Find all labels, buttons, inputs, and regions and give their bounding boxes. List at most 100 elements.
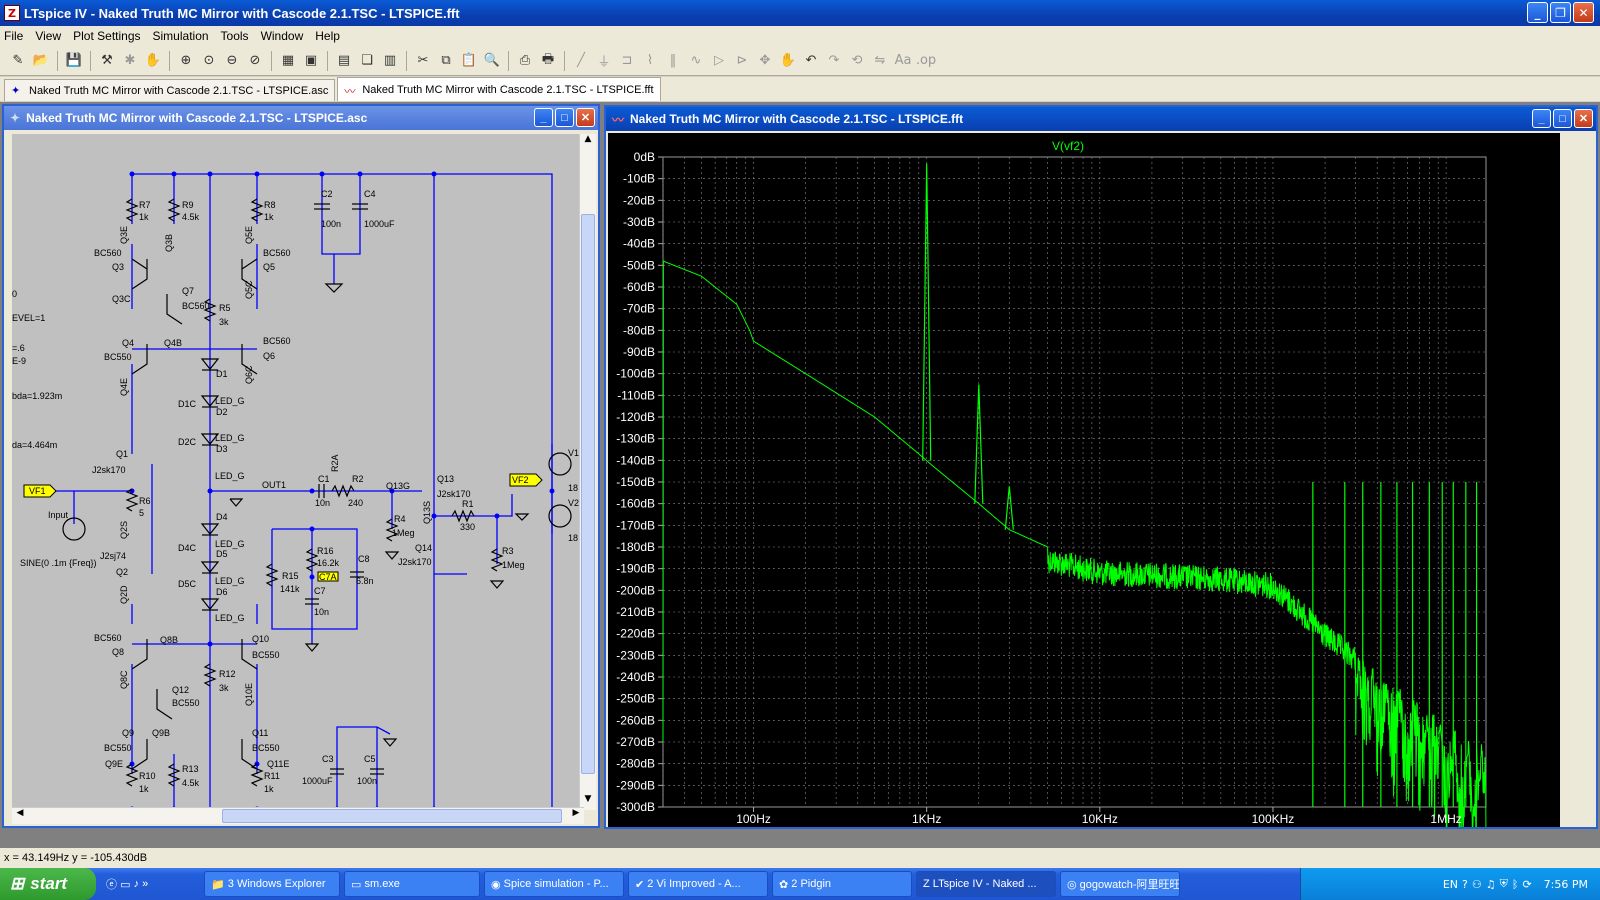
language-indicator[interactable]: EN [1443, 878, 1458, 891]
minimize-button[interactable]: _ [1527, 2, 1548, 23]
zoom-fit-icon[interactable]: ▣ [301, 51, 321, 71]
tile-vertical-icon[interactable]: ▥ [380, 51, 400, 71]
schematic-close-button[interactable]: ✕ [576, 108, 595, 127]
cascade-icon[interactable]: ❏ [357, 51, 377, 71]
new-schematic-icon[interactable]: ✎ [8, 51, 28, 71]
y-tick-label: -120dB [616, 410, 655, 424]
y-tick-label: -80dB [623, 323, 655, 337]
text-icon[interactable]: Aa [893, 51, 913, 71]
plot-maximize-button[interactable]: □ [1553, 109, 1572, 128]
move-icon[interactable]: ✥ [755, 51, 775, 71]
ie-icon[interactable]: ⓔ [106, 876, 117, 892]
menu-window[interactable]: Window [261, 29, 304, 43]
print-icon[interactable]: 🖶 [538, 51, 558, 71]
restore-button[interactable]: ❐ [1550, 2, 1571, 23]
harmonic-spike[interactable] [974, 384, 984, 504]
label-r10v: 1k [139, 784, 149, 794]
menu-view[interactable]: View [35, 29, 61, 43]
ground-icon[interactable]: ⏚ [594, 51, 614, 71]
schematic-icon: ✦ [11, 85, 21, 97]
tab-schematic[interactable]: ✦ Naked Truth MC Mirror with Cascode 2.1… [4, 79, 336, 101]
menu-simulation[interactable]: Simulation [153, 29, 209, 43]
component-icon[interactable]: ⊳ [732, 51, 752, 71]
find-icon[interactable]: 🔍 [482, 51, 502, 71]
spice-directive-icon[interactable]: .op [916, 51, 936, 71]
taskbar-ltspice[interactable]: Z LTspice IV - Naked ... [916, 871, 1056, 897]
open-icon[interactable]: 📂 [31, 51, 51, 71]
label-r13v: 4.5k [182, 778, 200, 788]
mirror-icon[interactable]: ⇋ [870, 51, 890, 71]
rotate-icon[interactable]: ⟲ [847, 51, 867, 71]
schematic-horizontal-scrollbar[interactable]: ◀ ▶ [12, 807, 584, 824]
save-icon[interactable]: 💾 [64, 51, 84, 71]
y-tick-label: -110dB [617, 388, 655, 402]
scroll-left-icon[interactable]: ◀ [12, 808, 28, 818]
inductor-icon[interactable]: ∿ [686, 51, 706, 71]
plot-close-button[interactable]: ✕ [1574, 109, 1593, 128]
autorange-icon[interactable]: ▦ [278, 51, 298, 71]
update-icon[interactable]: ⟳ [1522, 878, 1531, 891]
label-led1: LED_G [215, 396, 245, 406]
zoom-in-icon[interactable]: ⊕ [176, 51, 196, 71]
paste-icon[interactable]: 📋 [459, 51, 479, 71]
x-tick-label: 100KHz [1252, 812, 1295, 826]
plot-canvas[interactable]: 0dB -10dB -20dB -30dB -40dB -50dB -60dB -70dB -8… [608, 133, 1560, 855]
taskbar-browser[interactable]: ◉ Spice simulation - P... [484, 871, 624, 897]
wire-icon[interactable]: ╱ [571, 51, 591, 71]
tab-fft[interactable]: 〰 Naked Truth MC Mirror with Cascode 2.1… [337, 77, 661, 101]
halt-icon[interactable]: ✋ [143, 51, 163, 71]
y-tick-label: -30dB [623, 215, 655, 229]
menu-file[interactable]: File [4, 29, 23, 43]
schematic-vscroll-thumb[interactable] [581, 214, 595, 774]
tile-horizontal-icon[interactable]: ▤ [334, 51, 354, 71]
schematic-minimize-button[interactable]: _ [534, 108, 553, 127]
plot-minimize-button[interactable]: _ [1532, 109, 1551, 128]
schematic-vertical-scrollbar[interactable]: ▲ ▼ [579, 134, 596, 810]
taskbar-pidgin[interactable]: ✿ 2 Pidgin [772, 871, 912, 897]
start-button[interactable]: ⊞ start [0, 868, 96, 900]
label-r1v: 330 [460, 522, 475, 532]
y-tick-label: -170dB [616, 518, 655, 532]
diode-icon[interactable]: ▷ [709, 51, 729, 71]
menu-tools[interactable]: Tools [221, 29, 249, 43]
control-panel-icon[interactable]: ⚒ [97, 51, 117, 71]
taskbar-sm-exe[interactable]: ▭ sm.exe [344, 871, 480, 897]
scroll-right-icon[interactable]: ▶ [568, 808, 584, 818]
label-net-icon[interactable]: ⊐ [617, 51, 637, 71]
copy-icon[interactable]: ⧉ [436, 51, 456, 71]
zoom-out-icon[interactable]: ⊖ [222, 51, 242, 71]
run-icon[interactable]: ✱ [120, 51, 140, 71]
scroll-up-icon[interactable]: ▲ [580, 134, 596, 150]
zoom-pan-icon[interactable]: ⊙ [199, 51, 219, 71]
label-q5c: Q5C [244, 280, 254, 299]
taskbar-windows-explorer[interactable]: 📁 3 Windows Explorer [204, 871, 340, 897]
drag-icon[interactable]: ✋ [778, 51, 798, 71]
help-icon[interactable]: ? [1462, 878, 1468, 891]
close-button[interactable]: ✕ [1573, 2, 1594, 23]
media-icon[interactable]: ♪ [134, 878, 140, 890]
zoom-cancel-icon[interactable]: ⊘ [245, 51, 265, 71]
volume-icon[interactable]: ♫ [1486, 878, 1496, 891]
cut-icon[interactable]: ✂ [413, 51, 433, 71]
taskbar-gogowatch[interactable]: ◎ gogowatch-阿里旺旺 [1060, 871, 1180, 897]
chart-title[interactable]: V(vf2) [1052, 139, 1084, 153]
taskbar-vim[interactable]: ✔ 2 Vi Improved - A... [628, 871, 768, 897]
label-bc560b: BC560 [263, 248, 291, 258]
label-d5c: D5C [178, 579, 197, 589]
antivirus-icon[interactable]: ⛨ [1500, 877, 1508, 891]
schematic-canvas[interactable]: R7 1k R9 4.5k R8 1k C2 100n C4 1000uF BC… [12, 134, 584, 810]
capacitor-icon[interactable]: ‖ [663, 51, 683, 71]
menu-plot-settings[interactable]: Plot Settings [73, 29, 140, 43]
redo-icon[interactable]: ↷ [824, 51, 844, 71]
label-c8: C8 [358, 554, 370, 564]
network-icon[interactable]: ⚇ [1472, 878, 1482, 891]
undo-icon[interactable]: ↶ [801, 51, 821, 71]
desktop-icon[interactable]: ▭ [120, 878, 130, 891]
print-setup-icon[interactable]: ⎙ [515, 51, 535, 71]
fft-chart[interactable]: 0dB -10dB -20dB -30dB -40dB -50dB -60dB -70dB -8… [608, 133, 1560, 855]
schematic-hscroll-thumb[interactable] [222, 809, 562, 823]
schematic-maximize-button[interactable]: □ [555, 108, 574, 127]
menu-help[interactable]: Help [315, 29, 340, 43]
bluetooth-icon[interactable]: ᛒ [1512, 878, 1519, 891]
resistor-icon[interactable]: ⌇ [640, 51, 660, 71]
